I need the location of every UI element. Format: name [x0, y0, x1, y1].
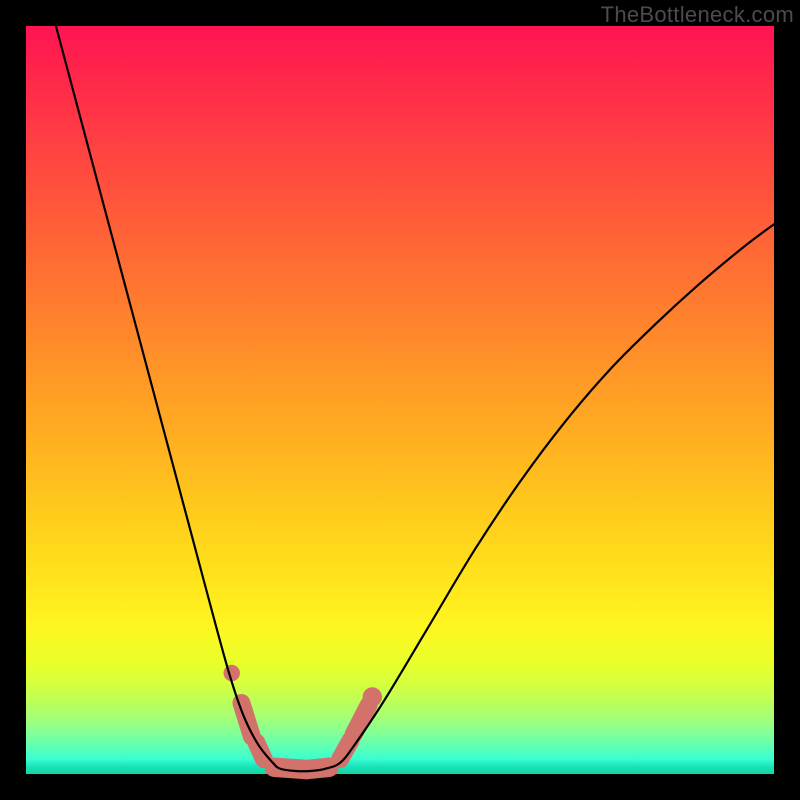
plot-area — [26, 26, 774, 774]
chart-frame: TheBottleneck.com — [0, 0, 800, 800]
watermark-text: TheBottleneck.com — [601, 2, 794, 28]
chart-svg — [26, 26, 774, 774]
bottleneck-curve — [56, 26, 774, 771]
marker-segment — [354, 705, 369, 734]
marker-point — [363, 687, 382, 706]
markers-layer — [223, 665, 382, 770]
